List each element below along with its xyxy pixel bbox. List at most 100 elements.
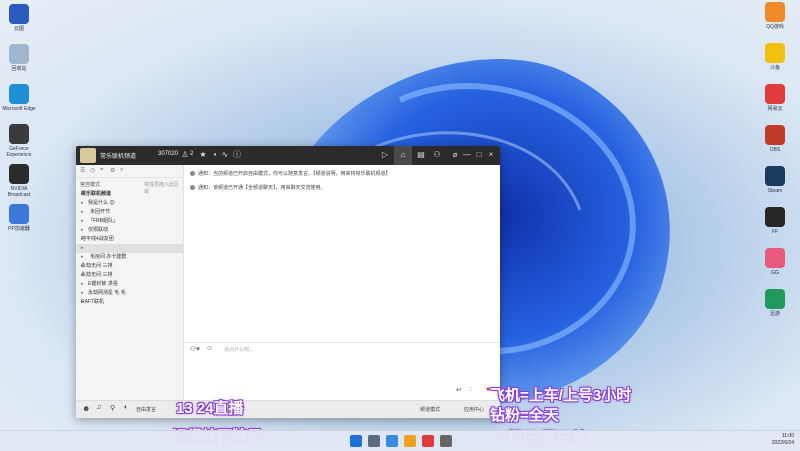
app-task-icon[interactable] xyxy=(440,435,452,447)
close-icon[interactable]: × xyxy=(486,150,496,160)
expand-icon[interactable]: ▸ xyxy=(81,289,84,298)
app-icon xyxy=(9,84,29,104)
speaker-icon[interactable]: ♫ xyxy=(96,404,101,411)
desktop-icon-label: 回收站 xyxy=(11,66,27,72)
clock[interactable]: 11:00 2022/6/24 xyxy=(772,433,794,447)
desktop-icon-label: FF xyxy=(771,229,779,235)
minimize-icon[interactable]: — xyxy=(462,150,472,160)
desktop-icon-right[interactable]: 网易云 xyxy=(756,84,794,112)
app-icon xyxy=(765,2,785,22)
desktop-icon-label: PP加速器 xyxy=(8,226,30,232)
desktop-icon-right[interactable]: OBS xyxy=(756,125,794,153)
channel-row[interactable]: ▸ 永劫无间 三排 xyxy=(76,271,183,280)
expand-icon[interactable]: ▸ xyxy=(81,280,84,289)
gamepad-icon[interactable]: ⚇ xyxy=(432,150,442,160)
desktop-icon-right[interactable]: 迅游 xyxy=(756,289,794,317)
channel-row-label: 仅限联动 xyxy=(88,227,109,233)
member-icon[interactable]: ♙ xyxy=(180,150,190,160)
desktop-icon-label: 迅游 xyxy=(769,311,780,317)
app-icon xyxy=(9,164,29,184)
desktop-icon-left[interactable]: NVIDIA Broadcast xyxy=(0,164,38,198)
clock-date: 2022/6/24 xyxy=(771,440,794,446)
channel-row[interactable]: ▸ 永劫无间 三排 xyxy=(76,262,183,271)
message-text: 通知：当前频道已开启自由模式，你可以随意发言。【频道说明，用来将常乐联机频道】 xyxy=(198,171,391,177)
desktop-icon-left[interactable]: Microsoft Edge xyxy=(0,84,38,112)
channel-row[interactable]: ▸ E键封锁 求强 xyxy=(76,280,183,289)
send-shortcut-icon[interactable]: ↵ xyxy=(456,386,462,394)
app-icon xyxy=(765,43,785,63)
star-icon[interactable]: ★ xyxy=(198,150,208,160)
channel-row[interactable]: ▸ 永劫网测星 毛 毛 xyxy=(76,289,183,298)
chat-icon[interactable]: ◌ xyxy=(468,386,472,393)
desktop-icon-label: 斗鱼 xyxy=(769,65,780,71)
explorer-task-icon[interactable] xyxy=(404,435,416,447)
free-speak-label[interactable]: 自由发言 xyxy=(136,406,156,413)
board-icon[interactable]: ▤ xyxy=(416,150,426,160)
desktop-icon-right[interactable]: FF xyxy=(756,207,794,235)
emoji-icon[interactable]: ☺ xyxy=(206,345,213,352)
start-icon[interactable] xyxy=(350,435,362,447)
expand-icon[interactable]: ▸ xyxy=(81,199,84,208)
bullet-icon[interactable]: • xyxy=(210,150,220,160)
channel-row[interactable]: ▸ RAFT联机 xyxy=(76,298,183,307)
desktop-icon-label: GG xyxy=(771,270,779,276)
channel-row[interactable]: ▸ 我是什么 😊 xyxy=(76,199,183,208)
history-icon[interactable]: ◷ xyxy=(90,167,95,174)
clock-time: 11:00 xyxy=(781,433,794,439)
expand-icon[interactable]: ▸ xyxy=(81,244,84,253)
desktop-icon-right[interactable]: QQ游戏 xyxy=(756,2,794,30)
channel-row-label: 永劫网测星 毛 毛 xyxy=(88,290,126,296)
mode-select[interactable]: 宫自模式 xyxy=(80,181,100,188)
app-icon xyxy=(9,44,29,64)
desktop-icon-left[interactable]: PP加速器 xyxy=(0,204,38,232)
desktop-icon-left[interactable]: 云图 xyxy=(0,4,38,32)
channel-row[interactable]: ▸ 未回开节 xyxy=(76,208,183,217)
tab-home[interactable]: ⌂ xyxy=(394,146,412,165)
music-task-icon[interactable] xyxy=(422,435,434,447)
channel-row-label: 「FRB組队」 xyxy=(88,218,119,224)
desktop-icon-label: NVIDIA Broadcast xyxy=(7,186,31,198)
gamepad-input-icon[interactable]: ⚇▾ xyxy=(190,345,200,353)
list-icon[interactable]: ☰ xyxy=(80,167,85,174)
expand-icon[interactable]: ▸ xyxy=(81,208,84,217)
app-icon xyxy=(765,207,785,227)
desktop-icon-right[interactable]: Steam xyxy=(756,166,794,194)
info-icon[interactable]: ⓘ xyxy=(232,150,242,160)
edge-task-icon[interactable] xyxy=(386,435,398,447)
desktop-icon-right[interactable]: GG xyxy=(756,248,794,276)
search-task-icon[interactable] xyxy=(368,435,380,447)
channel-avatar[interactable] xyxy=(80,148,96,163)
wave-icon[interactable]: ∿ xyxy=(220,150,230,160)
app-icon xyxy=(765,125,785,145)
search-icon[interactable]: ⌕ xyxy=(120,167,123,174)
channel-row-label: 永劫无间 三排 xyxy=(81,272,113,278)
channel-row[interactable]: ▸ 仅限联动 xyxy=(76,226,183,235)
channel-row[interactable]: ▸ 毛房间 办卡建群 xyxy=(76,253,183,262)
expand-icon[interactable]: ▸ xyxy=(81,226,84,235)
expand-icon[interactable]: ▸ xyxy=(81,217,84,226)
stream-overlay-text: 飞机=上车/上号3小时 xyxy=(490,387,632,404)
channel-mode-label[interactable]: 频道模式 xyxy=(420,406,440,413)
channel-row[interactable]: ▸ 「FRB組队」 xyxy=(76,217,183,226)
user-avatar[interactable]: ☻ xyxy=(82,404,90,413)
mute-icon[interactable]: ⌀ xyxy=(450,150,460,160)
maximize-icon[interactable]: □ xyxy=(474,150,484,160)
video-icon[interactable]: ▷ xyxy=(380,150,390,160)
channel-row[interactable]: ▸ 地平线4战友团 xyxy=(76,235,183,244)
settings-icon[interactable]: ⚙ xyxy=(110,167,115,174)
location-icon[interactable]: ⌖ xyxy=(100,167,103,174)
message-input[interactable]: 说点什么吧... xyxy=(224,346,253,353)
member-count: 2 xyxy=(190,151,194,157)
channel-row[interactable]: ▸ xyxy=(76,244,183,253)
channel-row-label: 永劫无间 三排 xyxy=(81,263,113,269)
desktop-icon-label: QQ游戏 xyxy=(766,24,784,30)
desktop-icon-left[interactable]: 回收站 xyxy=(0,44,38,72)
desktop-icon-label: Steam xyxy=(767,188,783,194)
app-center-label[interactable]: 应用中心 xyxy=(464,406,484,413)
channel-row[interactable]: ▸ 常乐联机频道 xyxy=(76,190,183,199)
desktop-icon-right[interactable]: 斗鱼 xyxy=(756,43,794,71)
mic-toggle-icon[interactable]: ⚲ xyxy=(110,404,115,412)
volume-icon[interactable]: ◐ xyxy=(124,404,128,411)
desktop-icon-left[interactable]: GeForce Experience xyxy=(0,124,38,158)
expand-icon[interactable]: ▸ xyxy=(81,253,84,262)
